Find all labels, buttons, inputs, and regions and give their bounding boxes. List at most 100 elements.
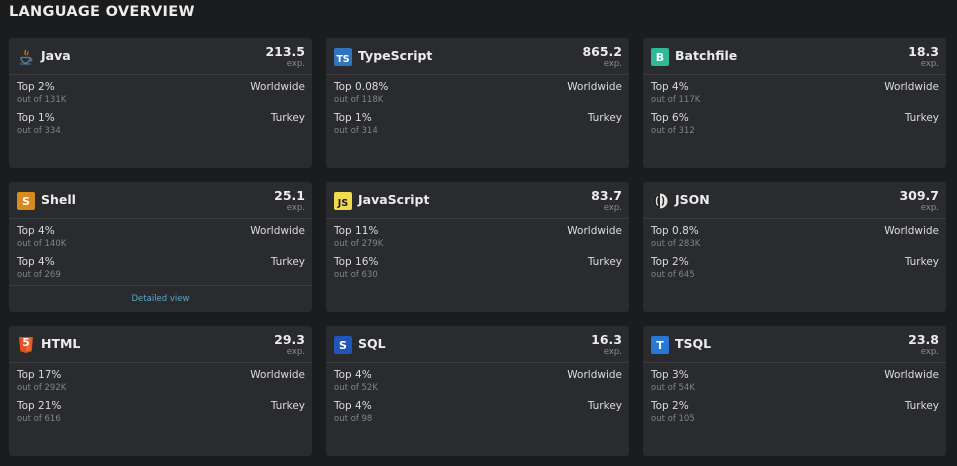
rank-scope: Worldwide (250, 369, 305, 381)
language-card-html[interactable]: 5 HTML 29.3 exp. Top 17% out of 292K Wor… (9, 326, 312, 456)
rank-scope: Turkey (270, 400, 305, 412)
rank-scope: Turkey (587, 256, 622, 268)
rank-scope: Turkey (904, 256, 939, 268)
batchfile-icon-text: B (655, 50, 665, 64)
rank-percent: Top 1% (17, 112, 55, 124)
language-name: SQL (358, 336, 386, 351)
exp-label: exp. (920, 59, 939, 69)
rank-scope: Worldwide (884, 369, 939, 381)
language-name: Shell (41, 192, 76, 207)
rank-percent: Top 3% (651, 369, 689, 381)
rank-out-of: out of 117K (651, 95, 701, 105)
rank-scope: Turkey (270, 112, 305, 124)
country-rank: Top 4% out of 269 Turkey (17, 256, 305, 282)
rank-out-of: out of 269 (17, 270, 61, 280)
exp-label: exp. (603, 203, 622, 213)
tsql-icon: T (651, 336, 669, 354)
worldwide-rank: Top 0.08% out of 118K Worldwide (334, 81, 622, 107)
sql-icon: S (334, 336, 352, 354)
rank-out-of: out of 314 (334, 126, 378, 136)
json-icon (651, 192, 669, 210)
country-rank: Top 21% out of 616 Turkey (17, 400, 305, 426)
exp-value: 213.5 (265, 44, 305, 59)
language-card-java[interactable]: Java 213.5 exp. Top 2% out of 131K World… (9, 38, 312, 168)
rank-scope: Turkey (587, 400, 622, 412)
rank-percent: Top 21% (17, 400, 62, 412)
sql-icon-text: S (339, 338, 347, 352)
card-footer: Detailed view (9, 285, 312, 312)
exp-label: exp. (286, 203, 305, 213)
exp-value: 29.3 (274, 332, 305, 347)
rank-percent: Top 4% (17, 225, 55, 237)
worldwide-rank: Top 4% out of 117K Worldwide (651, 81, 939, 107)
detailed-view-link[interactable]: Detailed view (132, 294, 190, 304)
javascript-icon: JS (334, 192, 352, 210)
rank-scope: Worldwide (567, 225, 622, 237)
exp-label: exp. (286, 347, 305, 357)
card-header: JS JavaScript 83.7 exp. (326, 182, 629, 219)
language-card-json[interactable]: JSON 309.7 exp. Top 0.8% out of 283K Wor… (643, 182, 946, 312)
worldwide-rank: Top 2% out of 131K Worldwide (17, 81, 305, 107)
rank-out-of: out of 334 (17, 126, 61, 136)
page-title: LANGUAGE OVERVIEW (9, 4, 195, 20)
rank-out-of: out of 105 (651, 414, 695, 424)
rank-percent: Top 0.08% (334, 81, 389, 93)
worldwide-rank: Top 17% out of 292K Worldwide (17, 369, 305, 395)
language-card-javascript[interactable]: JS JavaScript 83.7 exp. Top 11% out of 2… (326, 182, 629, 312)
rank-percent: Top 1% (334, 112, 372, 124)
card-header: S SQL 16.3 exp. (326, 326, 629, 363)
rank-percent: Top 11% (334, 225, 379, 237)
country-rank: Top 16% out of 630 Turkey (334, 256, 622, 282)
card-header: T TSQL 23.8 exp. (643, 326, 946, 363)
language-name: HTML (41, 336, 81, 351)
rank-out-of: out of 140K (17, 239, 67, 249)
rank-scope: Turkey (904, 400, 939, 412)
rank-out-of: out of 616 (17, 414, 61, 424)
rank-out-of: out of 52K (334, 383, 378, 393)
html-icon: 5 (17, 336, 35, 354)
typescript-icon-text: TS (336, 54, 350, 65)
exp-value: 83.7 (591, 188, 622, 203)
rank-percent: Top 2% (17, 81, 55, 93)
worldwide-rank: Top 4% out of 52K Worldwide (334, 369, 622, 395)
rank-out-of: out of 118K (334, 95, 384, 105)
shell-icon: S (17, 192, 35, 210)
java-icon (17, 48, 35, 66)
rank-out-of: out of 279K (334, 239, 384, 249)
rank-percent: Top 6% (651, 112, 689, 124)
rank-scope: Worldwide (567, 81, 622, 93)
country-rank: Top 4% out of 98 Turkey (334, 400, 622, 426)
rank-out-of: out of 283K (651, 239, 701, 249)
rank-percent: Top 17% (17, 369, 62, 381)
rank-percent: Top 4% (17, 256, 55, 268)
card-header: S Shell 25.1 exp. (9, 182, 312, 219)
rank-percent: Top 16% (334, 256, 379, 268)
language-name: JSON (675, 192, 710, 207)
rank-scope: Worldwide (567, 369, 622, 381)
language-card-shell[interactable]: S Shell 25.1 exp. Top 4% out of 140K Wor… (9, 182, 312, 312)
typescript-icon: TS (334, 48, 352, 66)
rank-percent: Top 4% (651, 81, 689, 93)
card-header: JSON 309.7 exp. (643, 182, 946, 219)
batchfile-icon: B (651, 48, 669, 66)
rank-percent: Top 2% (651, 400, 689, 412)
rank-out-of: out of 645 (651, 270, 695, 280)
rank-scope: Turkey (587, 112, 622, 124)
language-name: Java (41, 48, 71, 63)
rank-out-of: out of 131K (17, 95, 67, 105)
language-card-typescript[interactable]: TS TypeScript 865.2 exp. Top 0.08% out o… (326, 38, 629, 168)
rank-percent: Top 2% (651, 256, 689, 268)
card-header: TS TypeScript 865.2 exp. (326, 38, 629, 75)
language-card-sql[interactable]: S SQL 16.3 exp. Top 4% out of 52K Worldw… (326, 326, 629, 456)
country-rank: Top 6% out of 312 Turkey (651, 112, 939, 138)
language-name: Batchfile (675, 48, 738, 63)
worldwide-rank: Top 0.8% out of 283K Worldwide (651, 225, 939, 251)
language-card-tsql[interactable]: T TSQL 23.8 exp. Top 3% out of 54K World… (643, 326, 946, 456)
country-rank: Top 1% out of 334 Turkey (17, 112, 305, 138)
exp-value: 23.8 (908, 332, 939, 347)
html-icon-text: 5 (22, 337, 30, 349)
rank-scope: Turkey (904, 112, 939, 124)
language-card-batchfile[interactable]: B Batchfile 18.3 exp. Top 4% out of 117K… (643, 38, 946, 168)
exp-value: 25.1 (274, 188, 305, 203)
country-rank: Top 1% out of 314 Turkey (334, 112, 622, 138)
